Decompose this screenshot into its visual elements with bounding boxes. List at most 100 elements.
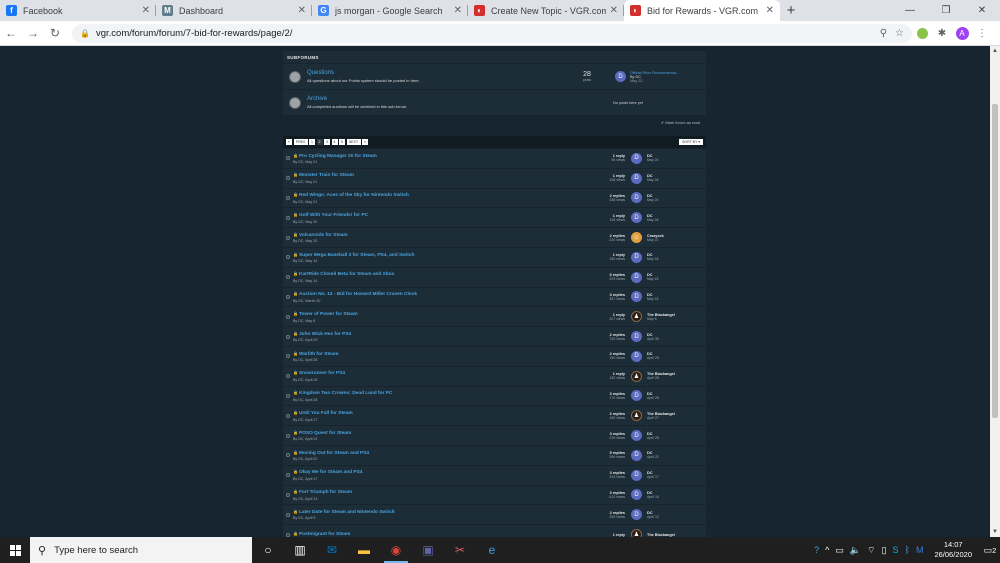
avatar[interactable]: D [631,390,642,402]
table-row[interactable]: 🔒Postmigrant for Steam 1 reply ♟ The Blacka… [283,524,706,537]
battery-icon[interactable]: ▯ [882,545,887,556]
last-poster[interactable]: The Blackangel [647,533,675,537]
volume-icon[interactable]: 🔈 [850,545,861,556]
profile-avatar[interactable]: A [952,23,972,43]
topic-title[interactable]: POSO Quest for Steam [299,431,351,436]
avatar[interactable]: D [631,152,642,164]
page-5-button[interactable]: 5 [339,139,345,145]
last-page-button[interactable]: » [362,139,368,145]
avatar[interactable]: D [631,331,642,343]
topic-title[interactable]: Kingdom Two Crowns: Dead Land for PC [299,391,392,396]
cortana-icon[interactable]: ○ [252,537,284,563]
subforum-row[interactable]: Questions All questions about our Points… [283,63,706,89]
topic-title[interactable]: Pro Cycling Manager 20 for Steam [299,154,377,159]
table-row[interactable]: 🔒Pro Cycling Manager 20 for Steam By DC, … [283,148,706,168]
table-row[interactable]: 🔒Fort Triumph for Steam By DC, April 13 3 … [283,484,706,505]
table-row[interactable]: 🔒Warlith for Steam By DC, April 28 2 repli… [283,345,706,366]
network-icon[interactable]: ▭ [835,545,844,556]
avatar[interactable]: ☺ [631,232,642,244]
last-poster[interactable]: Crazycek [647,234,664,238]
topic-title[interactable]: Snowrunner for PS4 [299,371,345,376]
topic-title[interactable]: Super Mega Baseball 3 for Steam, PS4, an… [299,253,414,258]
table-row[interactable]: 🔒Monster Train for Steam By DC, May 21 1 r… [283,167,706,188]
help-icon[interactable]: ? [814,545,819,555]
maximize-icon[interactable]: ❐ [928,0,964,21]
table-row[interactable]: 🔒Okay Me for Steam and PS4 By DC, April 1… [283,464,706,485]
avatar[interactable]: D [615,71,626,82]
table-row[interactable]: 🔒Tower of Power for Steam By DC, May 81 r… [283,306,706,326]
topic-title[interactable]: KartRide Closed Beta for Steam and Xbox [299,272,394,277]
avatar[interactable]: D [631,430,642,442]
edge-icon[interactable]: e [476,537,508,563]
page-3-button[interactable]: 3 [324,139,330,145]
topic-title[interactable]: Volcanoids for Steam [299,233,348,238]
file-explorer-icon[interactable]: ▬ [348,537,380,563]
page-4-button[interactable]: 4 [331,139,338,145]
avatar[interactable]: D [631,509,642,521]
skype-icon[interactable]: S [893,545,899,555]
topic-title[interactable]: Later Date for Steam and Nintendo Switch [299,510,395,515]
avatar[interactable]: ♟ [631,410,642,422]
close-tab-icon[interactable]: ✕ [298,5,306,16]
bluetooth-icon[interactable]: ᛒ [905,545,910,555]
snipping-tool-icon[interactable]: ✂ [444,537,476,563]
extension-icon[interactable] [912,23,932,43]
avatar[interactable]: ♟ [631,370,642,382]
close-tab-icon[interactable]: ✕ [454,5,462,16]
next-page-button[interactable]: NEXT [346,139,361,145]
table-row[interactable]: 🔒Golf With Your Friends! for PC By DC, Ma… [283,207,706,227]
app-tray-icon[interactable]: M [916,545,924,555]
menu-kebab-icon[interactable]: ⋮ [972,23,992,43]
table-row[interactable]: 🔒John Wick Hex for PS4 By DC, April 29 2 r… [283,326,706,346]
avatar[interactable]: D [631,212,642,224]
scrollbar-thumb[interactable] [992,104,998,418]
table-row[interactable]: 🔒Red Wings: Aces of the Sky for Nintendo… [283,187,706,208]
scroll-down-icon[interactable]: ▼ [990,527,1000,537]
topic-title[interactable]: Auction No. 12 - Bid for Howard Miller C… [299,292,417,297]
back-icon[interactable]: ← [0,22,22,44]
subforum-title[interactable]: Archive [307,96,567,102]
forward-icon[interactable]: → [22,22,44,44]
wifi-icon[interactable]: ⌔ [867,545,875,556]
teams-icon[interactable]: ▣ [412,537,444,563]
bookmark-star-icon[interactable]: ☆ [895,28,904,39]
close-window-icon[interactable]: ✕ [964,0,1000,21]
browser-tab[interactable]: ◐ Create New Topic - VGR.com ✕ [468,0,624,21]
avatar[interactable]: ♟ [631,529,642,537]
table-row[interactable]: 🔒Later Date for Steam and Nintendo Switc… [283,504,706,524]
table-row[interactable]: 🔒Until You Fall for Steam By DC, April 27… [283,405,706,425]
close-tab-icon[interactable]: ✕ [142,5,150,16]
avatar[interactable]: D [631,291,642,303]
close-tab-icon[interactable]: ✕ [610,5,618,16]
browser-tab[interactable]: ◐ Bid for Rewards - VGR.com ✕ [624,0,780,21]
table-row[interactable]: 🔒Volcanoids for Steam By DC, May 20 2 repl… [283,227,706,247]
topic-title[interactable]: Tower of Power for Steam [299,312,358,317]
browser-tab[interactable]: Gjs morgan - Google Search ✕ [312,0,468,21]
scroll-up-icon[interactable]: ▲ [990,46,1000,56]
avatar[interactable]: D [631,469,642,481]
page-1-button[interactable]: 1 [309,139,315,145]
topic-title[interactable]: Moving Out for Steam and PS4 [299,451,369,456]
avatar[interactable]: ♟ [631,311,642,323]
reload-icon[interactable]: ↻ [44,22,66,44]
topic-title[interactable]: Golf With Your Friends! for PC [299,213,368,218]
mark-forum-read-link[interactable]: ✔ Mark forum as read [283,115,706,130]
subforum-row[interactable]: Archive All completed auctions will be a… [283,89,706,115]
avatar[interactable]: D [631,271,642,283]
topic-title[interactable]: Until You Fall for Steam [299,411,353,416]
topic-title[interactable]: John Wick Hex for PS4 [299,332,351,337]
last-post-title[interactable]: Official Price Recommenda... [630,71,679,75]
subforum-title[interactable]: Questions [307,70,567,76]
table-row[interactable]: 🔒Moving Out for Steam and PS4 By DC, Apri… [283,444,706,465]
table-row[interactable]: 🔒Kingdom Two Crowns: Dead Land for PC By … [283,385,706,406]
notifications-icon[interactable]: ▭ 2 [980,545,1000,556]
table-row[interactable]: 🔒Snowrunner for PS4 By DC, April 28 1 repl… [283,365,706,386]
url-text[interactable]: vgr.com/forum/forum/7-bid-for-rewards/pa… [96,28,872,39]
table-row[interactable]: 🔒Auction No. 12 - Bid for Howard Miller … [283,286,706,307]
topic-title[interactable]: Red Wings: Aces of the Sky for Nintendo … [299,193,409,198]
browser-tab[interactable]: f Facebook ✕ [0,0,156,21]
start-button[interactable] [0,537,30,563]
browser-tab[interactable]: M Dashboard ✕ [156,0,312,21]
table-row[interactable]: 🔒Super Mega Baseball 3 for Steam, PS4, a… [283,246,706,267]
task-view-icon[interactable]: ▥ [284,537,316,563]
